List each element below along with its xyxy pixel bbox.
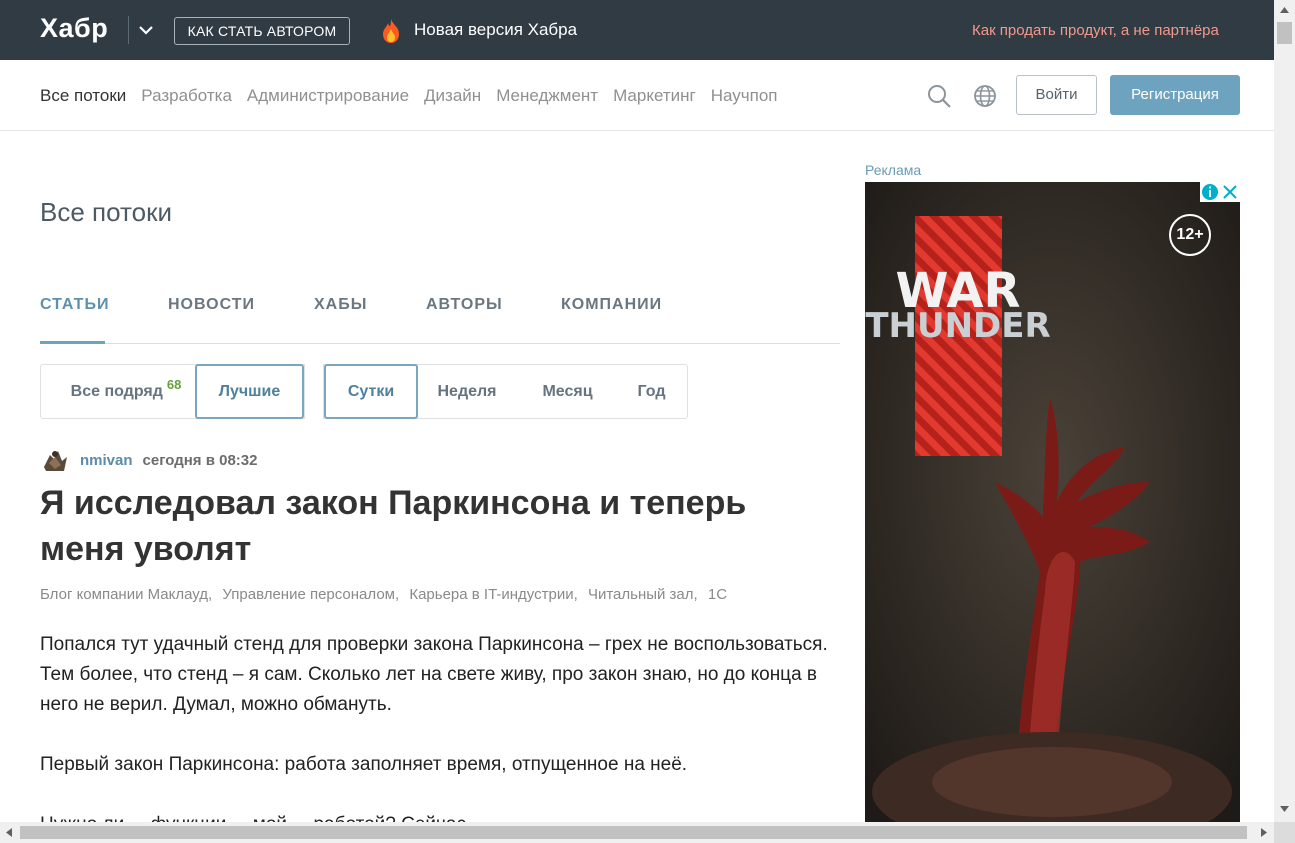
- author-link[interactable]: nmivan: [80, 452, 133, 469]
- signup-button[interactable]: Регистрация: [1110, 75, 1240, 115]
- vertical-scroll-thumb[interactable]: [1277, 22, 1292, 44]
- fire-icon: [383, 19, 399, 43]
- scroll-up-icon[interactable]: [1279, 6, 1290, 14]
- new-count-badge: 68: [166, 377, 182, 392]
- flow-design[interactable]: Дизайн: [424, 86, 481, 106]
- flow-popsci[interactable]: Научпоп: [711, 86, 778, 106]
- hub-link[interactable]: Читальный зал,: [588, 586, 698, 603]
- how-to-become-author-button[interactable]: КАК СТАТЬ АВТОРОМ: [174, 17, 350, 45]
- post-paragraph: Попался тут удачный стенд для проверки з…: [40, 634, 828, 715]
- new-version-link[interactable]: Новая версия Хабра: [414, 20, 577, 40]
- post-hubs: Блог компании Маклауд, Управление персон…: [40, 586, 733, 603]
- filter-group-gap: [304, 364, 324, 419]
- age-rating-badge: 12+: [1169, 214, 1211, 256]
- post-meta: nmivan сегодня в 08:32: [40, 445, 257, 475]
- filter-month[interactable]: Месяц: [521, 365, 614, 418]
- ad-info-icon[interactable]: [1200, 182, 1220, 202]
- filter-all[interactable]: Все подряд 68: [51, 365, 201, 418]
- filter-all-label: Все подряд: [70, 383, 163, 400]
- flows-list: Все потоки Разработка Администрирование …: [40, 86, 778, 106]
- flow-marketing[interactable]: Маркетинг: [613, 86, 696, 106]
- hub-link[interactable]: 1С: [708, 586, 727, 603]
- avatar[interactable]: [40, 445, 70, 475]
- flows-navigation: Все потоки Разработка Администрирование …: [0, 60, 1274, 131]
- scroll-right-icon[interactable]: [1260, 827, 1268, 838]
- ad-artwork: WAR THUNDER: [865, 182, 1240, 822]
- habr-logo[interactable]: Хабр: [40, 13, 108, 44]
- search-icon[interactable]: [926, 83, 952, 109]
- scroll-left-icon[interactable]: [5, 827, 13, 838]
- filters-bar: Все подряд 68 Лучшие Сутки Неделя Месяц Г…: [40, 364, 688, 419]
- hub-link[interactable]: Управление персоналом,: [222, 586, 399, 603]
- post-body: Попался тут удачный стенд для проверки з…: [40, 630, 840, 843]
- tab-hubs[interactable]: ХАБЫ: [314, 296, 367, 314]
- flow-administration[interactable]: Администрирование: [247, 86, 409, 106]
- ad-brand-line2: THUNDER: [865, 306, 1050, 346]
- horizontal-scroll-thumb[interactable]: [20, 826, 1247, 839]
- filter-year[interactable]: Год: [624, 365, 679, 418]
- promo-link[interactable]: Как продать продукт, а не партнёра: [972, 22, 1219, 39]
- post-paragraph: Первый закон Паркинсона: работа заполняе…: [40, 754, 688, 775]
- hub-link[interactable]: Карьера в IT-индустрии,: [409, 586, 577, 603]
- filter-day[interactable]: Сутки: [324, 364, 418, 419]
- scrollbar-corner: [1274, 822, 1295, 843]
- flow-development[interactable]: Разработка: [141, 86, 232, 106]
- hub-link[interactable]: Блог компании Маклауд,: [40, 586, 212, 603]
- tab-news[interactable]: НОВОСТИ: [168, 296, 255, 314]
- post-title[interactable]: Я исследовал закон Паркинсона и теперь м…: [40, 480, 840, 572]
- top-header: Хабр КАК СТАТЬ АВТОРОМ Новая версия Хабр…: [0, 0, 1274, 60]
- post-time: сегодня в 08:32: [142, 451, 258, 469]
- horizontal-scrollbar[interactable]: [0, 822, 1274, 843]
- scroll-down-icon[interactable]: [1279, 805, 1290, 813]
- flow-all[interactable]: Все потоки: [40, 86, 126, 106]
- ad-banner[interactable]: WAR THUNDER 12+: [865, 182, 1240, 822]
- globe-icon[interactable]: [972, 83, 998, 109]
- filter-best[interactable]: Лучшие: [195, 364, 304, 419]
- active-tab-indicator: [40, 341, 105, 344]
- post-paragraph: Нужно ли ... функции ... мой ... работой…: [40, 810, 840, 822]
- tab-articles[interactable]: СТАТЬИ: [40, 296, 109, 314]
- tab-authors[interactable]: АВТОРЫ: [426, 296, 503, 314]
- flow-management[interactable]: Менеджмент: [496, 86, 598, 106]
- content-tabs: СТАТЬИ НОВОСТИ ХАБЫ АВТОРЫ КОМПАНИИ: [40, 296, 840, 344]
- login-button[interactable]: Войти: [1016, 75, 1097, 115]
- ad-close-icon[interactable]: [1220, 182, 1240, 202]
- chevron-down-icon[interactable]: [137, 19, 155, 41]
- tab-companies[interactable]: КОМПАНИИ: [561, 296, 662, 314]
- page-title: Все потоки: [40, 197, 172, 227]
- vertical-scrollbar[interactable]: [1274, 0, 1295, 822]
- ad-label: Реклама: [865, 162, 922, 178]
- logo-divider: [128, 16, 129, 44]
- filter-week[interactable]: Неделя: [423, 365, 511, 418]
